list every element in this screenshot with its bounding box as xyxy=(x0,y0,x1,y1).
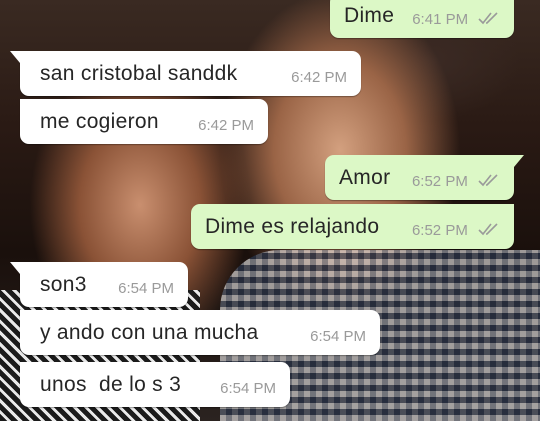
message-bubble-incoming[interactable]: son3 6:54 PM xyxy=(10,262,188,307)
message-text: unos de lo s 3 xyxy=(40,372,182,396)
message-text: Dime xyxy=(344,3,395,27)
double-check-icon xyxy=(478,223,498,236)
timestamp: 6:52 PM xyxy=(411,173,468,190)
message-text: y ando con una mucha xyxy=(40,320,259,344)
message-bubble-incoming[interactable]: san cristobal sanddk 6:42 PM xyxy=(10,51,361,96)
timestamp: 6:42 PM xyxy=(291,69,347,86)
timestamp: 6:54 PM xyxy=(118,280,174,297)
message-bubble-incoming[interactable]: me cogieron 6:42 PM xyxy=(20,99,268,144)
message-bubble-incoming[interactable]: unos de lo s 3 6:54 PM xyxy=(20,362,290,407)
message-text: son3 xyxy=(40,272,87,296)
timestamp: 6:54 PM xyxy=(220,380,276,397)
message-time: 6:41 PM xyxy=(394,11,500,28)
timestamp: 6:52 PM xyxy=(411,222,468,239)
timestamp: 6:41 PM xyxy=(412,11,469,28)
timestamp: 6:42 PM xyxy=(198,117,254,134)
message-bubble-outgoing[interactable]: Amor 6:52 PM xyxy=(325,155,524,200)
double-check-icon xyxy=(478,12,498,25)
message-time: 6:52 PM xyxy=(394,173,500,190)
message-bubble-outgoing[interactable]: Dime es relajando 6:52 PM xyxy=(191,204,514,249)
message-text: Dime es relajando xyxy=(205,214,380,238)
message-bubble-outgoing[interactable]: Dime 6:41 PM xyxy=(330,0,514,38)
timestamp: 6:54 PM xyxy=(310,328,366,345)
message-text: san cristobal sanddk xyxy=(40,61,238,85)
message-bubble-incoming[interactable]: y ando con una mucha 6:54 PM xyxy=(20,310,380,355)
message-time: 6:52 PM xyxy=(394,222,500,239)
double-check-icon xyxy=(478,174,498,187)
message-text: me cogieron xyxy=(40,109,159,133)
message-text: Amor xyxy=(339,165,391,189)
